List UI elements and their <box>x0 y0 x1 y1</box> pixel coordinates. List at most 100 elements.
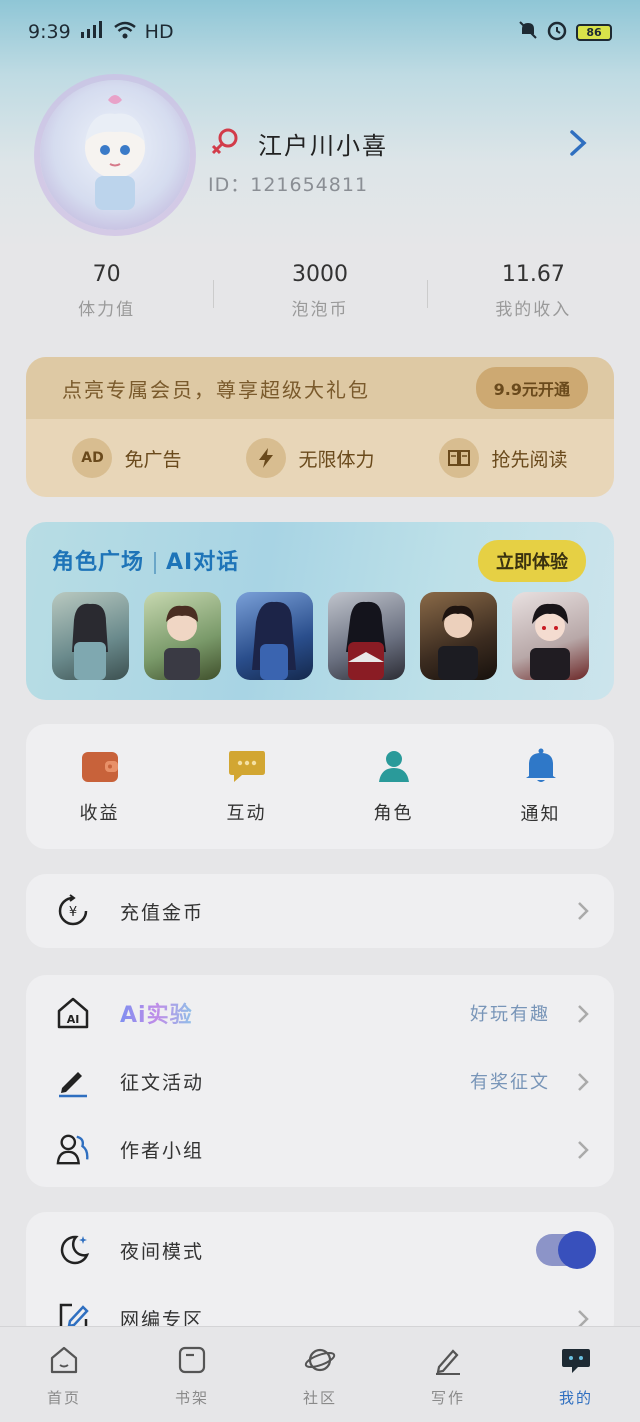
quick-interaction[interactable]: 互动 <box>197 749 297 825</box>
recharge-card: ¥ 充值金币 <box>26 874 614 948</box>
quick-roles[interactable]: 角色 <box>344 749 444 825</box>
role-thumb[interactable] <box>512 592 589 680</box>
lightning-icon <box>246 438 287 478</box>
chevron-right-icon <box>576 1139 590 1165</box>
nickname: 江户川小喜 <box>258 132 388 160</box>
stat-label: 我的收入 <box>495 300 572 320</box>
role-plaza-title-left: 角色广场 <box>52 550 145 575</box>
recharge-row[interactable]: ¥ 充值金币 <box>26 874 614 948</box>
role-plaza-card[interactable]: 角色广场 AI对话 立即体验 <box>26 522 614 700</box>
vip-banner: 点亮专属会员，尊享超级大礼包 9.9元开通 <box>26 357 614 419</box>
quick-actions: 收益 互动 角色 通知 <box>26 724 614 849</box>
bell-icon <box>524 748 558 788</box>
wifi-icon <box>113 20 137 45</box>
moon-icon <box>56 1233 90 1267</box>
wallet-icon <box>81 749 119 787</box>
quick-earnings[interactable]: 收益 <box>50 749 150 825</box>
role-thumb[interactable] <box>328 592 405 680</box>
nav-me[interactable]: 我的 <box>531 1345 621 1408</box>
chevron-right-icon <box>576 900 590 926</box>
quick-label: 通知 <box>520 803 561 825</box>
coin-refresh-icon: ¥ <box>56 894 90 928</box>
vip-perks: AD 免广告 无限体力 抢先阅读 <box>26 419 614 497</box>
user-id: ID：121654811 <box>208 174 369 196</box>
planet-icon <box>304 1345 336 1379</box>
stat-stamina[interactable]: 70 体力值 <box>0 262 213 332</box>
night-mode-row[interactable]: 夜间模式 <box>26 1216 614 1284</box>
row-extra: 好玩有趣 <box>470 1004 550 1025</box>
author-group-row[interactable]: 作者小组 <box>26 1115 614 1183</box>
vip-promo-text: 点亮专属会员，尊享超级大礼包 <box>62 377 370 402</box>
role-thumb[interactable] <box>420 592 497 680</box>
quick-label: 角色 <box>373 802 414 824</box>
book-icon <box>439 438 480 478</box>
role-thumb[interactable] <box>144 592 221 680</box>
network-label: HD <box>144 21 174 43</box>
stat-value: 70 <box>92 262 121 287</box>
bottom-nav: 首页 书架 社区 写作 我的 <box>0 1326 640 1422</box>
vip-open-button[interactable]: 9.9元开通 <box>475 367 588 409</box>
nav-label: 社区 <box>302 1389 337 1407</box>
nav-community[interactable]: 社区 <box>275 1345 365 1408</box>
avatar[interactable] <box>40 80 190 230</box>
signal-icon <box>79 20 105 45</box>
feature-list-card: AI Ai实验 好玩有趣 征文活动 有奖征文 作者小组 <box>26 975 614 1187</box>
title-divider <box>154 552 157 574</box>
perk-unlimited-stamina[interactable]: 无限体力 <box>246 438 375 478</box>
settings-card: 夜间模式 网编专区 <box>26 1212 614 1342</box>
vip-card[interactable]: 点亮专属会员，尊享超级大礼包 9.9元开通 AD 免广告 无限体力 抢先阅读 <box>26 357 614 497</box>
stat-value: 3000 <box>291 262 348 287</box>
toggle-knob <box>558 1231 596 1269</box>
perk-label: 无限体力 <box>298 448 375 471</box>
silent-bell-icon <box>518 20 538 45</box>
stat-bubble-coins[interactable]: 3000 泡泡币 <box>213 262 426 332</box>
shelf-icon <box>177 1345 207 1379</box>
ai-house-icon: AI <box>56 996 90 1030</box>
alarm-icon <box>546 19 568 46</box>
me-icon <box>560 1345 592 1379</box>
battery-indicator: 86 <box>576 23 612 41</box>
chevron-right-icon <box>576 1003 590 1029</box>
status-bar: 9:39 HD 86 <box>0 0 640 64</box>
try-now-button[interactable]: 立即体验 <box>478 540 586 582</box>
status-time: 9:39 <box>28 21 71 43</box>
nav-writing[interactable]: 写作 <box>403 1345 493 1408</box>
write-icon <box>433 1345 463 1379</box>
chevron-right-icon[interactable] <box>566 128 590 162</box>
perk-no-ads[interactable]: AD 免广告 <box>72 438 182 478</box>
essay-contest-row[interactable]: 征文活动 有奖征文 <box>26 1047 614 1115</box>
group-icon <box>56 1132 90 1166</box>
night-mode-toggle[interactable] <box>536 1231 596 1269</box>
nav-bookshelf[interactable]: 书架 <box>147 1345 237 1408</box>
svg-text:AI: AI <box>67 1013 80 1026</box>
profile-header[interactable]: 江户川小喜 ID：121654811 <box>40 80 600 230</box>
role-thumb[interactable] <box>52 592 129 680</box>
quick-notifications[interactable]: 通知 <box>491 748 591 826</box>
stat-income[interactable]: 11.67 我的收入 <box>426 262 640 332</box>
row-label: 作者小组 <box>120 1139 205 1162</box>
stat-value: 11.67 <box>501 262 565 287</box>
nav-home[interactable]: 首页 <box>19 1345 109 1408</box>
quick-label: 互动 <box>226 802 267 824</box>
role-plaza-title: 角色广场 AI对话 <box>52 544 239 576</box>
chevron-right-icon <box>576 1071 590 1097</box>
nav-label: 写作 <box>430 1389 465 1407</box>
role-thumb[interactable] <box>236 592 313 680</box>
ad-icon: AD <box>72 438 113 478</box>
home-icon <box>49 1345 79 1379</box>
nav-label: 书架 <box>174 1389 209 1407</box>
row-label: 夜间模式 <box>120 1240 205 1263</box>
status-right: 86 <box>518 19 612 46</box>
nav-label: 首页 <box>46 1389 81 1407</box>
perk-label: 免广告 <box>124 448 182 471</box>
stat-label: 泡泡币 <box>291 300 349 320</box>
svg-text:¥: ¥ <box>69 905 77 920</box>
role-thumbnails <box>52 592 589 680</box>
row-label: 征文活动 <box>120 1071 205 1094</box>
stats-row: 70 体力值 3000 泡泡币 11.67 我的收入 <box>0 262 640 332</box>
ai-lab-row[interactable]: AI Ai实验 好玩有趣 <box>26 979 614 1047</box>
pen-icon <box>56 1064 90 1098</box>
perk-label: 抢先阅读 <box>491 448 568 471</box>
status-left: 9:39 HD <box>28 20 174 45</box>
perk-early-read[interactable]: 抢先阅读 <box>439 438 568 478</box>
